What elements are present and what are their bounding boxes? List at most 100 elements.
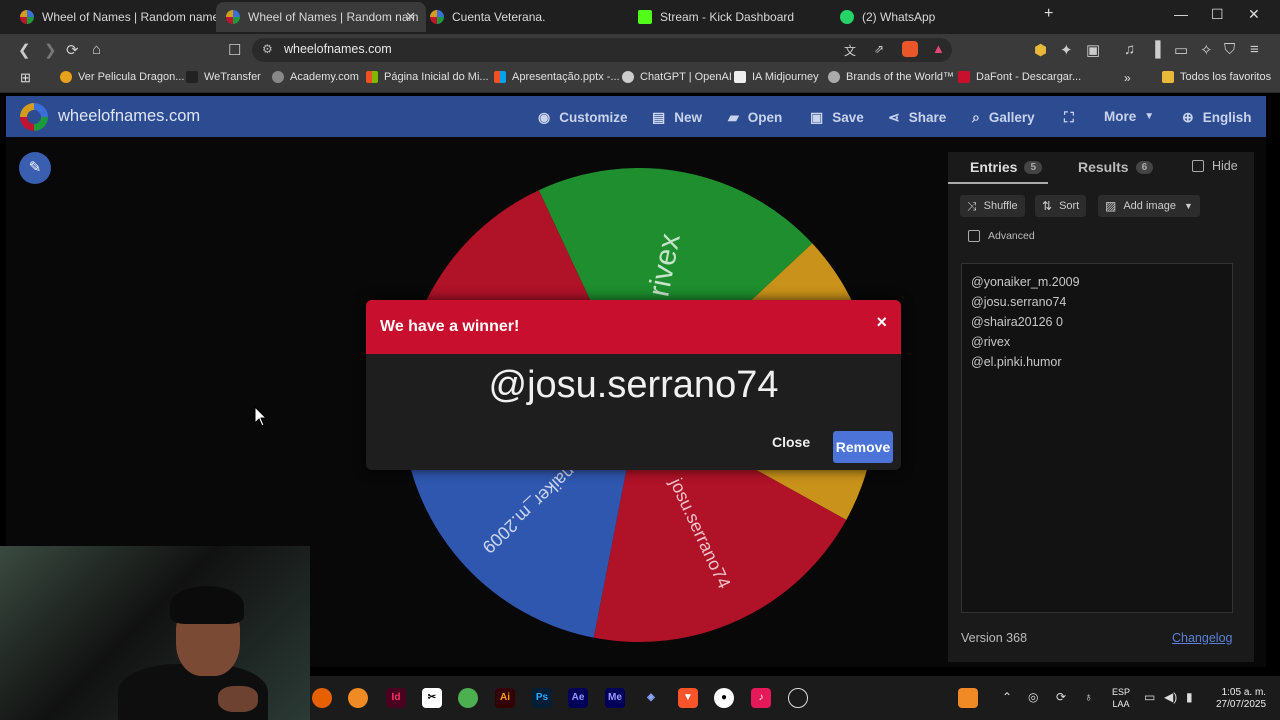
reload-icon[interactable]: ⟳ [66, 41, 79, 59]
tab-results[interactable]: Results 6 [1078, 159, 1154, 175]
bookmark-item[interactable]: WeTransfer [186, 71, 261, 83]
hide-toggle[interactable]: Hide [1192, 159, 1238, 173]
leo-ai-icon[interactable]: ✧ [1200, 41, 1213, 59]
tray-app-icon[interactable] [958, 688, 978, 708]
brave-rewards-icon[interactable]: ▲ [932, 41, 945, 56]
edit-button[interactable]: ✎ [19, 152, 51, 184]
vpn-icon[interactable]: ⛉ [1224, 41, 1235, 58]
globe-icon [828, 71, 840, 83]
translate-icon[interactable]: 文 [844, 42, 856, 59]
menu-share[interactable]: ⋖ Share [888, 109, 946, 126]
person-hand [218, 686, 258, 712]
site-name[interactable]: wheelofnames.com [58, 107, 200, 126]
app-icon[interactable] [788, 688, 808, 708]
sort-button[interactable]: ⇅ Sort [1035, 195, 1087, 217]
close-window-icon[interactable]: ✕ [1248, 6, 1260, 23]
maximize-icon[interactable]: ☐ [1211, 6, 1224, 23]
app-icon[interactable]: ◈ [641, 688, 661, 708]
advanced-toggle[interactable]: Advanced [968, 230, 1035, 242]
menu-new[interactable]: ▤ New [652, 109, 702, 126]
back-icon[interactable]: ❮ [18, 41, 31, 59]
forward-icon[interactable]: ❯ [44, 41, 57, 59]
media-encoder-icon[interactable]: Me [605, 688, 625, 708]
home-icon[interactable]: ⌂ [92, 41, 101, 58]
indesign-icon[interactable]: Id [386, 688, 406, 708]
more-bookmarks-icon[interactable]: » [1124, 71, 1131, 85]
share-icon[interactable]: ⇗ [874, 42, 884, 56]
extension-icon[interactable]: ⬢ [1034, 41, 1047, 59]
changelog-link[interactable]: Changelog [1172, 631, 1232, 645]
chevron-up-icon[interactable]: ⌃ [1002, 690, 1012, 704]
microphone-icon[interactable]: ♁ [1084, 690, 1093, 704]
bookmark-item[interactable]: Brands of the World™ [828, 71, 954, 83]
system-clock[interactable]: 1:05 a. m. 27/07/2025 [1216, 687, 1266, 711]
bookmark-folder[interactable]: Todos los favoritos [1162, 71, 1271, 83]
wallet-icon[interactable]: ▭ [1174, 41, 1188, 59]
capcut-icon[interactable]: ✂ [422, 688, 442, 708]
language-indicator[interactable]: ESP LAA [1112, 686, 1130, 710]
bookmark-item[interactable]: ChatGPT | OpenAI [622, 71, 732, 83]
tab-title: Wheel of Names | Random name pic [42, 10, 216, 24]
tab-entries[interactable]: Entries 5 [970, 159, 1043, 175]
tiktok-icon[interactable]: ♪ [751, 688, 771, 708]
brave-icon[interactable]: ▼ [678, 688, 698, 708]
tab-whatsapp[interactable]: (2) WhatsApp [840, 4, 1030, 30]
shuffle-label: Shuffle [983, 200, 1018, 212]
tab-cuenta-veterana[interactable]: Cuenta Veterana. [430, 4, 620, 30]
close-tab-icon[interactable]: ✕ [405, 9, 416, 25]
tab-wheel-of-names-active[interactable]: Wheel of Names | Random nam ✕ [216, 2, 426, 32]
volume-icon[interactable]: ◀) [1164, 690, 1177, 704]
folder-open-icon: ▰ [728, 109, 739, 125]
after-effects-icon[interactable]: Ae [568, 688, 588, 708]
bookmark-item[interactable]: Academy.com [272, 71, 359, 83]
firefox-icon[interactable] [312, 688, 332, 708]
illustrator-icon[interactable]: Ai [495, 688, 515, 708]
add-image-button[interactable]: ▨ Add image ▼ [1098, 195, 1200, 217]
brave-shield-icon[interactable] [902, 41, 918, 57]
close-icon[interactable]: × [876, 312, 887, 333]
menu-customize[interactable]: ◉ Customize [538, 109, 627, 126]
bookmark-label: Academy.com [290, 71, 359, 83]
bookmark-item[interactable]: Apresentação.pptx -... [494, 71, 620, 83]
tray-icon[interactable]: ◎ [1028, 690, 1038, 704]
fl-studio-icon[interactable] [348, 688, 368, 708]
apps-grid-icon[interactable]: ⊞ [20, 70, 31, 86]
bookmark-item[interactable]: Página Inicial do Mi... [366, 71, 489, 83]
close-button[interactable]: Close [772, 434, 810, 450]
tab-wheel-of-names-1[interactable]: Wheel of Names | Random name pic [12, 4, 216, 30]
network-icon[interactable]: ▭ [1144, 690, 1155, 704]
bookmark-icon[interactable]: ☐ [228, 41, 241, 59]
menu-gallery[interactable]: ⌕ Gallery [972, 109, 1035, 126]
chrome-icon[interactable] [458, 688, 478, 708]
sync-icon[interactable]: ⟳ [1056, 690, 1066, 704]
url-field[interactable]: ⚙ wheelofnames.com 文 ⇗ ▲ [252, 38, 952, 62]
menu-icon[interactable]: ≡ [1250, 41, 1259, 58]
obs-icon[interactable]: ● [714, 688, 734, 708]
menu-open[interactable]: ▰ Open [728, 109, 782, 126]
bookmark-item[interactable]: IA Midjourney [734, 71, 819, 83]
battery-icon[interactable]: ▮ [1186, 690, 1193, 704]
remove-button[interactable]: Remove [833, 431, 893, 463]
menu-save[interactable]: ▣ Save [810, 109, 864, 126]
music-icon[interactable]: ♫ [1124, 41, 1135, 58]
bookmark-label: ChatGPT | OpenAI [640, 71, 732, 83]
sidebar-icon[interactable]: ▐ [1150, 41, 1161, 58]
bookmark-item[interactable]: Ver Pelicula Dragon... [60, 71, 184, 83]
menu-more[interactable]: More ▼ [1104, 109, 1154, 124]
screenshot-icon[interactable]: ▣ [1086, 41, 1100, 59]
tab-kick-dashboard[interactable]: Stream - Kick Dashboard [638, 4, 828, 30]
wheel-logo-icon[interactable] [20, 103, 48, 131]
new-tab-icon[interactable]: + [1044, 5, 1053, 23]
photoshop-icon[interactable]: Ps [532, 688, 552, 708]
menu-language[interactable]: ⊕ English [1182, 109, 1252, 126]
minimize-icon[interactable]: — [1174, 6, 1188, 22]
extensions-puzzle-icon[interactable]: ✦ [1060, 41, 1073, 59]
shuffle-button[interactable]: ⤨ Shuffle [960, 195, 1025, 217]
new-file-icon: ▤ [652, 109, 666, 125]
fullscreen-button[interactable]: ⛶ [1064, 109, 1083, 126]
bookmark-favicon-icon [186, 71, 198, 83]
site-info-icon[interactable]: ⚙ [262, 42, 273, 56]
entries-textarea[interactable]: @yonaiker_m.2009 @josu.serrano74 @shaira… [961, 263, 1233, 613]
bookmark-item[interactable]: DaFont - Descargar... [958, 71, 1081, 83]
search-icon: ⌕ [972, 109, 980, 125]
